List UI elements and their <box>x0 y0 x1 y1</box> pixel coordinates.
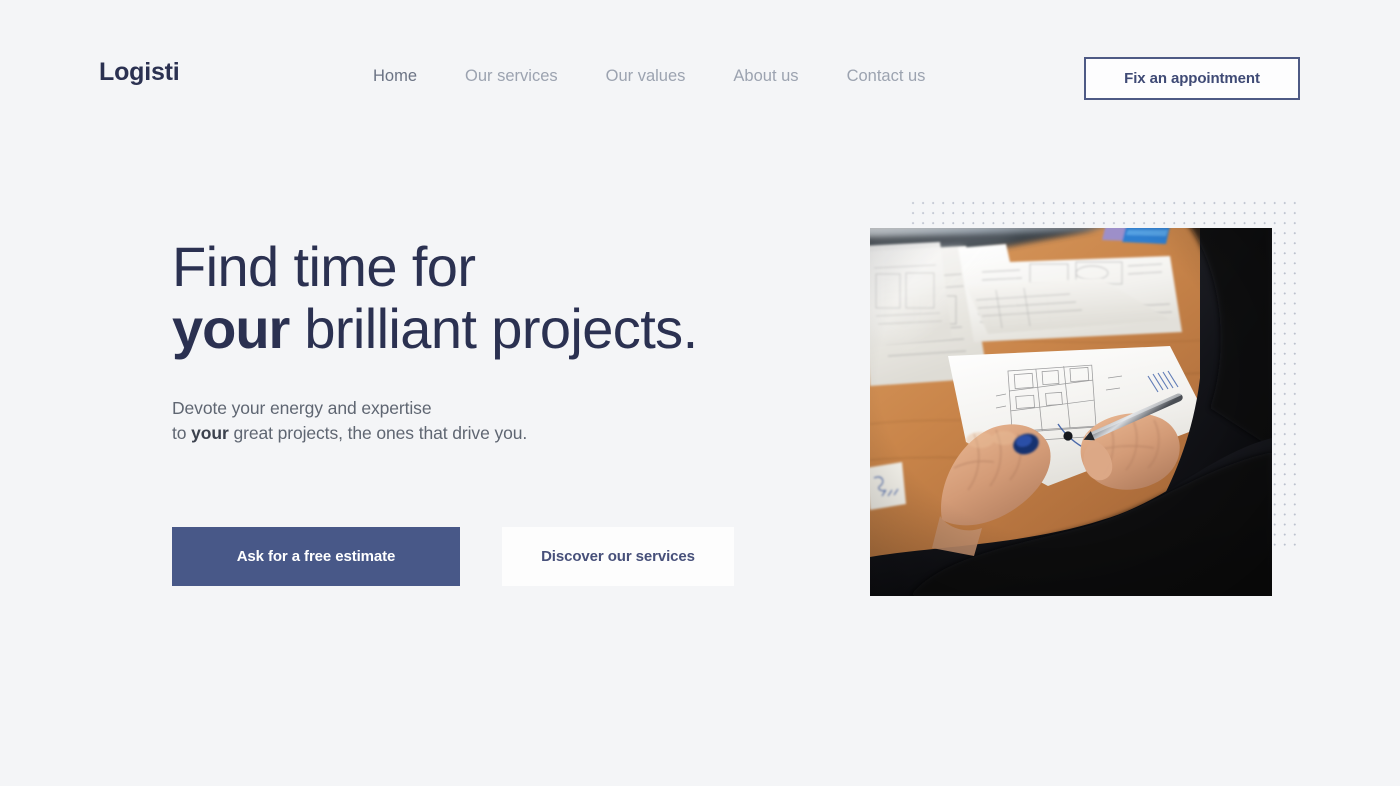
site-header: Logisti Home Our services Our values Abo… <box>0 0 1400 150</box>
hero-subheading-line-2: to your great projects, the ones that dr… <box>172 421 792 446</box>
nav-item-about-us[interactable]: About us <box>733 65 798 87</box>
hero-content: Find time for your brilliant projects. D… <box>172 236 792 586</box>
nav-item-our-services[interactable]: Our services <box>465 65 558 87</box>
discover-services-button[interactable]: Discover our services <box>502 527 734 586</box>
hero-headline-emphasis: your <box>172 297 290 360</box>
hero-headline-line-1: Find time for <box>172 235 476 298</box>
brand-logo[interactable]: Logisti <box>99 60 180 85</box>
architect-drawing-illustration <box>870 228 1272 596</box>
hero-subheading-emphasis: your <box>191 423 229 443</box>
hero-headline: Find time for your brilliant projects. <box>172 236 792 360</box>
hero-cta-row: Ask for a free estimate Discover our ser… <box>172 527 734 586</box>
fix-appointment-button[interactable]: Fix an appointment <box>1084 57 1300 100</box>
main-navigation: Home Our services Our values About us Co… <box>373 65 925 87</box>
nav-item-our-values[interactable]: Our values <box>606 65 686 87</box>
nav-item-home[interactable]: Home <box>373 65 417 87</box>
hero-subheading-line-2-rest: great projects, the ones that drive you. <box>228 423 528 443</box>
hero-subheading: Devote your energy and expertise to your… <box>172 396 792 446</box>
ask-free-estimate-button[interactable]: Ask for a free estimate <box>172 527 460 586</box>
hero-subheading-line-2-prefix: to <box>172 423 192 443</box>
nav-item-contact-us[interactable]: Contact us <box>847 65 926 87</box>
landing-page: Logisti Home Our services Our values Abo… <box>0 0 1400 786</box>
hero-image <box>870 228 1272 596</box>
hero-subheading-line-1: Devote your energy and expertise <box>172 398 432 418</box>
hero-headline-line-2-rest: brilliant projects. <box>289 297 698 360</box>
hero-headline-line-2: your brilliant projects. <box>172 298 792 360</box>
